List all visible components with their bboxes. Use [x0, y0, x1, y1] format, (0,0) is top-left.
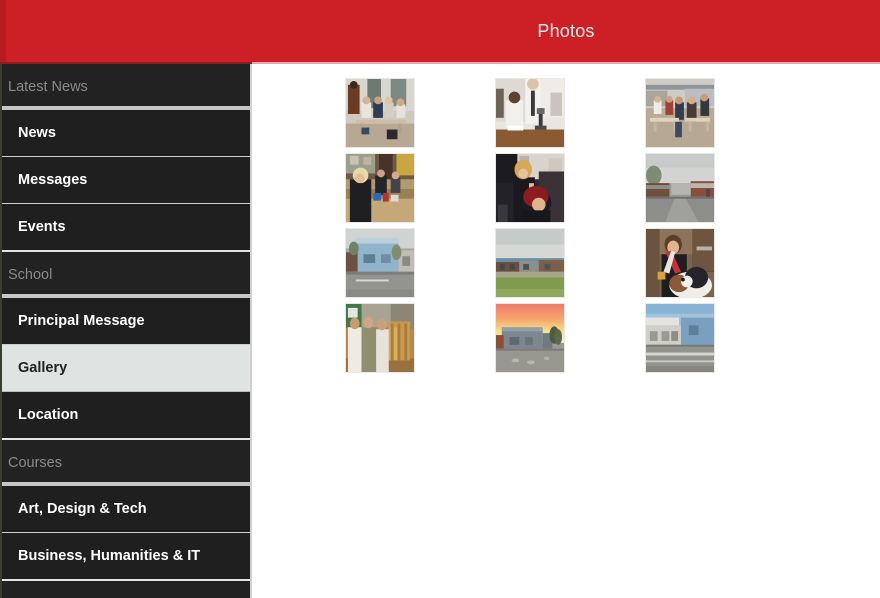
photo-cell [345, 228, 495, 303]
sidebar-item-news[interactable]: News [2, 110, 250, 157]
photo-cell [345, 303, 495, 378]
photo-cell [495, 303, 645, 378]
photo-gallery-app: Photos Latest News News Messages Events Scho… [0, 0, 880, 598]
photo-thumbnail-art-workshop-classroom[interactable] [345, 153, 415, 223]
photo-cell [645, 153, 795, 228]
photo-cell [645, 303, 795, 378]
photo-cell [495, 78, 645, 153]
sidebar-navigation[interactable]: Latest News News Messages Events School Princ… [0, 64, 252, 598]
page-title: Photos [537, 21, 595, 41]
sidebar-item-messages[interactable]: Messages [2, 157, 250, 204]
photo-cell [345, 153, 495, 228]
photo-cell [645, 228, 795, 303]
photo-thumbnail-woodworking-students-staircase[interactable] [345, 303, 415, 373]
photo-row [345, 153, 795, 228]
photo-thumbnail-campus-building-green-field[interactable] [495, 228, 565, 298]
photo-thumbnail-blue-campus-building-exterior[interactable] [345, 228, 415, 298]
photo-thumbnail-hairdressing-salon-styling[interactable] [495, 153, 565, 223]
photo-grid [345, 78, 795, 378]
photo-row [345, 228, 795, 303]
app-header: Photos [0, 0, 880, 62]
photo-cell [345, 78, 495, 153]
photo-thumbnail-engineering-lab-microscope[interactable] [495, 78, 565, 148]
photo-row [345, 78, 795, 153]
photo-thumbnail-woman-with-dog-indoors[interactable] [645, 228, 715, 298]
sidebar-section-header-0: Latest News [2, 64, 250, 110]
sidebar-item-principal-message[interactable]: Principal Message [2, 298, 250, 345]
photo-row [345, 303, 795, 378]
photo-thumbnail-campus-street-view-cloudy[interactable] [645, 153, 715, 223]
photo-thumbnail-students-outdoor-picnic-tables[interactable] [345, 78, 415, 148]
photo-cell [645, 78, 795, 153]
sidebar-item-art-design-tech[interactable]: Art, Design & Tech [2, 486, 250, 533]
sidebar-item-events[interactable]: Events [2, 204, 250, 252]
header-left-edge [0, 0, 6, 62]
photo-cell [495, 153, 645, 228]
sidebar-section-header-2: Courses [2, 440, 250, 486]
photo-thumbnail-courtyard-seating-crowd[interactable] [645, 78, 715, 148]
photo-thumbnail-campus-building-sunset-sky[interactable] [495, 303, 565, 373]
photo-thumbnail-modern-campus-entrance-blue-sky[interactable] [645, 303, 715, 373]
sidebar-section-header-1: School [2, 252, 250, 298]
sidebar-item-business-humanities-it[interactable]: Business, Humanities & IT [2, 533, 250, 581]
gallery-content [252, 64, 880, 598]
photo-cell [495, 228, 645, 303]
sidebar-item-gallery[interactable]: Gallery [2, 345, 250, 392]
sidebar-item-location[interactable]: Location [2, 392, 250, 440]
